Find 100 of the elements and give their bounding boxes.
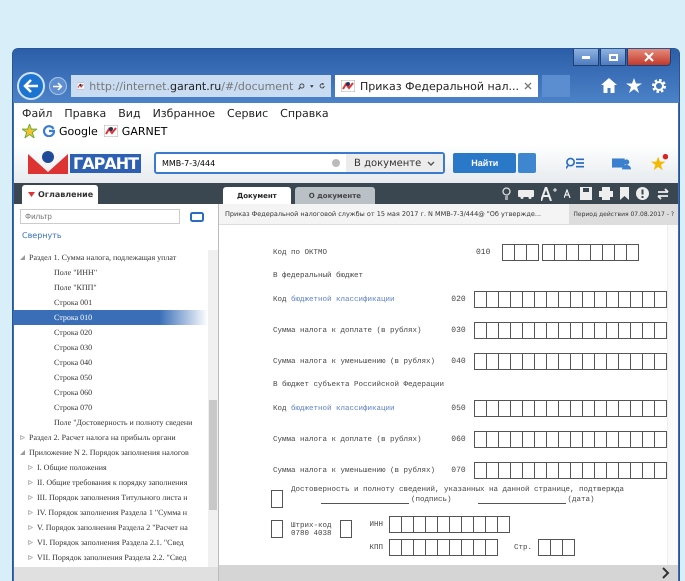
menu-item[interactable]: Избранное — [152, 107, 216, 120]
font-smaller-icon[interactable] — [564, 189, 573, 198]
scrollbar[interactable] — [14, 567, 218, 581]
tree-item[interactable]: Строка 020 — [14, 325, 208, 340]
swap-icon[interactable] — [656, 188, 670, 200]
alert-icon[interactable] — [636, 187, 649, 200]
line-code: 020 — [451, 295, 467, 304]
site-logo-icon — [77, 80, 84, 92]
people-icon[interactable] — [612, 156, 632, 170]
tree-item[interactable]: Поле "КПП" — [14, 280, 208, 295]
address-bar[interactable]: http://internet.garant.ru/#/document — [71, 75, 331, 97]
save-icon[interactable] — [580, 187, 592, 200]
expanded-triangle-icon[interactable] — [20, 255, 25, 260]
tree-item[interactable]: Поле "ИНН" — [14, 265, 208, 280]
chevron-down-icon — [427, 160, 436, 166]
menu-item[interactable]: Файл — [22, 107, 52, 120]
line-code: 010 — [476, 248, 492, 257]
digit-boxes[interactable] — [474, 322, 667, 339]
digit-boxes[interactable] — [474, 291, 667, 308]
bookmark-icon[interactable] — [620, 187, 629, 200]
contents-tab[interactable]: Оглавление — [22, 185, 98, 204]
menu-item[interactable]: Вид — [118, 107, 141, 120]
digit-boxes[interactable] — [474, 400, 667, 417]
corner-mark — [271, 490, 283, 508]
tree-item[interactable]: II. Общие требования к порядку заполнения — [14, 475, 208, 490]
lightbulb-icon[interactable] — [502, 187, 511, 200]
bus-icon[interactable] — [518, 188, 534, 199]
panel-icon[interactable] — [190, 212, 204, 222]
scrollbar[interactable] — [208, 250, 218, 567]
close-button[interactable] — [627, 49, 671, 66]
digit-boxes[interactable] — [474, 462, 667, 479]
line-code: 050 — [451, 404, 467, 413]
browser-tab[interactable]: Приказ Федеральной нал... — [335, 75, 538, 97]
tree-item[interactable]: III. Порядок заполнения Титульного листа н — [14, 490, 208, 505]
line-code: 030 — [451, 326, 467, 335]
tree-item[interactable]: Строка 050 — [14, 370, 208, 385]
tree-item[interactable]: Раздел 2. Расчет налога на прибыль органи — [14, 430, 208, 445]
filter-field[interactable]: Фильтр — [20, 209, 180, 224]
expanded-triangle-icon[interactable] — [20, 450, 25, 455]
menu-item[interactable]: Сервис — [227, 107, 268, 120]
tree-item[interactable]: Строка 040 — [14, 355, 208, 370]
scrollbar[interactable] — [219, 565, 678, 581]
tree-item[interactable]: Строка 070 — [14, 400, 208, 415]
garant-emblem-icon — [28, 150, 68, 176]
tree-item[interactable]: V. Порядок заполнения Раздела 2 "Расчет на — [14, 520, 208, 535]
menu-item[interactable]: Правка — [64, 107, 106, 120]
line-code: 060 — [451, 435, 467, 444]
close-icon[interactable] — [524, 82, 532, 90]
tree-item[interactable]: Строка 010 — [14, 310, 208, 325]
logo-text: ГАРАНТ — [70, 154, 141, 172]
back-button[interactable] — [17, 72, 45, 100]
minimize-button[interactable] — [573, 49, 599, 66]
tree-item[interactable]: Поле "Достоверность и полноту сведени — [14, 415, 208, 430]
collapse-link[interactable]: Свернуть — [14, 229, 70, 250]
tree-item[interactable]: Приложение N 2. Порядок заполнения налогов — [14, 445, 208, 460]
line-code: 040 — [451, 357, 467, 366]
star-icon[interactable] — [626, 78, 642, 93]
scope-dropdown[interactable]: В документе — [346, 154, 444, 172]
digit-boxes[interactable] — [389, 539, 498, 556]
forward-button[interactable] — [49, 77, 67, 95]
digit-boxes[interactable] — [474, 353, 667, 370]
digit-boxes[interactable] — [474, 431, 667, 448]
favorite-link[interactable]: Google — [43, 124, 98, 138]
settings-icon[interactable] — [651, 78, 667, 94]
menu-item[interactable]: Справка — [280, 107, 329, 120]
corner-mark — [340, 520, 352, 538]
site-logo-icon — [341, 80, 355, 92]
forward-arrow-icon — [53, 82, 63, 90]
tree-item[interactable]: VII. Порядок заполнения Раздела 2.2. "Свед — [14, 550, 208, 565]
favorite-link[interactable]: GARNET — [104, 124, 168, 138]
caret-down-icon — [28, 192, 35, 197]
line-code: 070 — [451, 466, 467, 475]
tree-item[interactable]: Строка 030 — [14, 340, 208, 355]
dropdown-icon[interactable] — [310, 84, 314, 88]
favorites-star-icon[interactable] — [22, 124, 37, 138]
digit-boxes[interactable] — [389, 516, 510, 533]
tree-item[interactable]: I. Общие положения — [14, 460, 208, 475]
search-list-icon[interactable] — [566, 156, 584, 170]
favorites-star-icon[interactable] — [650, 153, 668, 173]
tree-item[interactable]: Строка 001 — [14, 295, 208, 310]
back-arrow-icon — [23, 79, 39, 93]
corner-mark — [271, 520, 283, 538]
tree-item[interactable]: Строка 060 — [14, 385, 208, 400]
maximize-button[interactable] — [600, 49, 626, 66]
chevron-right-icon[interactable] — [662, 567, 670, 579]
url-text: http://internet.garant.ru/#/document — [89, 80, 294, 92]
tree-item[interactable]: Раздел 1. Сумма налога, подлежащая уплат — [14, 250, 208, 265]
tab-title: Приказ Федеральной нал... — [360, 80, 520, 92]
close-icon — [644, 52, 654, 62]
tree-item[interactable]: VI. Порядок заполнения Раздела 2.1. "Свед — [14, 535, 208, 550]
digit-boxes[interactable] — [538, 539, 576, 556]
tree-item[interactable]: IV. Порядок заполнения Раздела 1 "Сумма н — [14, 505, 208, 520]
font-larger-icon[interactable] — [541, 186, 557, 200]
scrollbar[interactable] — [667, 225, 678, 565]
home-icon[interactable] — [601, 78, 617, 93]
google-logo-icon — [43, 125, 55, 137]
find-button[interactable]: Найти — [453, 153, 516, 173]
digit-boxes[interactable] — [502, 244, 639, 261]
site-logo-icon — [104, 125, 118, 137]
search-field[interactable]: ММВ-7-3/444 В документе — [154, 152, 446, 174]
